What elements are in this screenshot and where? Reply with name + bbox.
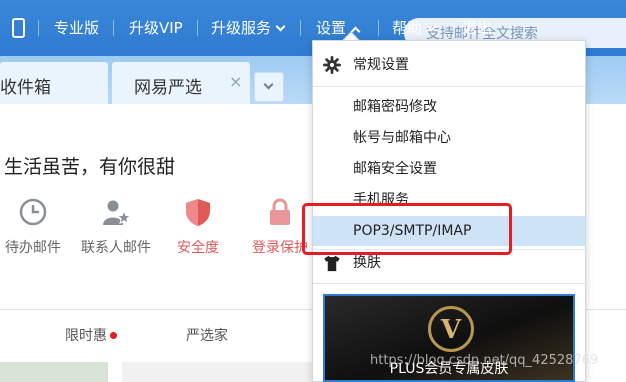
watermark-text: https://blog.csdn.net/qq_42528769 — [370, 353, 599, 368]
menu-item-general-settings[interactable]: 常规设置 — [313, 50, 585, 80]
nav-separator — [300, 20, 301, 36]
menu-separator — [313, 283, 585, 284]
menu-item-account-center-label: 帐号与邮箱中心 — [353, 130, 451, 146]
help-label: 帮助 — [392, 19, 423, 37]
help-menu[interactable]: 帮助 — [392, 17, 437, 39]
plus-skin-banner[interactable]: V PLUS会员专属皮肤 — [323, 294, 575, 382]
content-thumbnail[interactable] — [0, 362, 108, 382]
gear-icon — [323, 56, 341, 74]
nav-separator — [113, 20, 114, 36]
limited-offer-label: 限时惠 — [65, 328, 107, 344]
menu-item-security-settings[interactable]: 邮箱安全设置 — [313, 154, 585, 184]
upgrade-service-label: 升级服务 — [211, 19, 272, 37]
menu-separator — [313, 86, 585, 87]
chevron-down-icon — [426, 21, 437, 32]
clock-icon — [19, 198, 47, 226]
contact-star-icon — [103, 200, 132, 225]
chevron-down-icon — [275, 21, 286, 32]
tab-yanxuan[interactable]: 网易严选 × — [112, 62, 250, 104]
menu-item-password-change[interactable]: 邮箱密码修改 — [313, 92, 585, 122]
bottom-tab-limited-offer[interactable]: 限时惠 — [65, 325, 117, 345]
menu-item-security-settings-label: 邮箱安全设置 — [353, 161, 437, 177]
professional-edition-link[interactable]: 专业版 — [54, 17, 99, 39]
upgrade-service-menu[interactable]: 升级服务 — [211, 17, 286, 39]
logout-link[interactable]: 退出 — [462, 17, 492, 39]
pending-mail-action[interactable]: 待办邮件 — [0, 197, 68, 257]
nav-separator — [378, 20, 379, 36]
shield-icon — [186, 199, 210, 226]
red-dot-icon — [110, 332, 117, 339]
menu-item-password-change-label: 邮箱密码修改 — [353, 99, 437, 115]
tab-yanxuan-label: 网易严选 — [134, 78, 202, 98]
contact-mail-action[interactable]: 联系人邮件 — [81, 197, 151, 257]
vip-badge-icon: V — [428, 306, 474, 352]
nav-separator — [197, 20, 198, 36]
tab-inbox-label: 收件箱 — [0, 78, 51, 98]
annotation-highlight-box — [302, 203, 512, 255]
security-level-action[interactable]: 安全度 — [163, 197, 233, 257]
security-level-label: 安全度 — [177, 240, 219, 256]
contact-mail-label: 联系人邮件 — [81, 240, 151, 256]
pending-mail-label: 待办邮件 — [5, 240, 61, 256]
mobile-icon[interactable] — [12, 18, 25, 38]
close-icon[interactable]: × — [229, 72, 242, 91]
bottom-tab-yanxuan-home[interactable]: 严选家 — [186, 325, 228, 345]
greeting-text: 生活虽苦，有你很甜 — [4, 156, 176, 178]
chevron-down-icon — [263, 79, 274, 90]
menu-item-account-center[interactable]: 帐号与邮箱中心 — [313, 123, 585, 153]
tab-more-button[interactable] — [254, 72, 284, 102]
menu-item-general-settings-label: 常规设置 — [353, 57, 409, 73]
nav-separator — [38, 20, 39, 36]
tshirt-icon — [324, 255, 340, 272]
tab-inbox[interactable]: 收件箱 — [0, 62, 108, 104]
vip-badge-letter: V — [440, 315, 462, 345]
settings-label: 设置 — [316, 19, 347, 37]
upgrade-vip-link[interactable]: 升级VIP — [129, 17, 183, 39]
lock-icon — [270, 198, 290, 225]
content-card[interactable] — [122, 362, 318, 382]
